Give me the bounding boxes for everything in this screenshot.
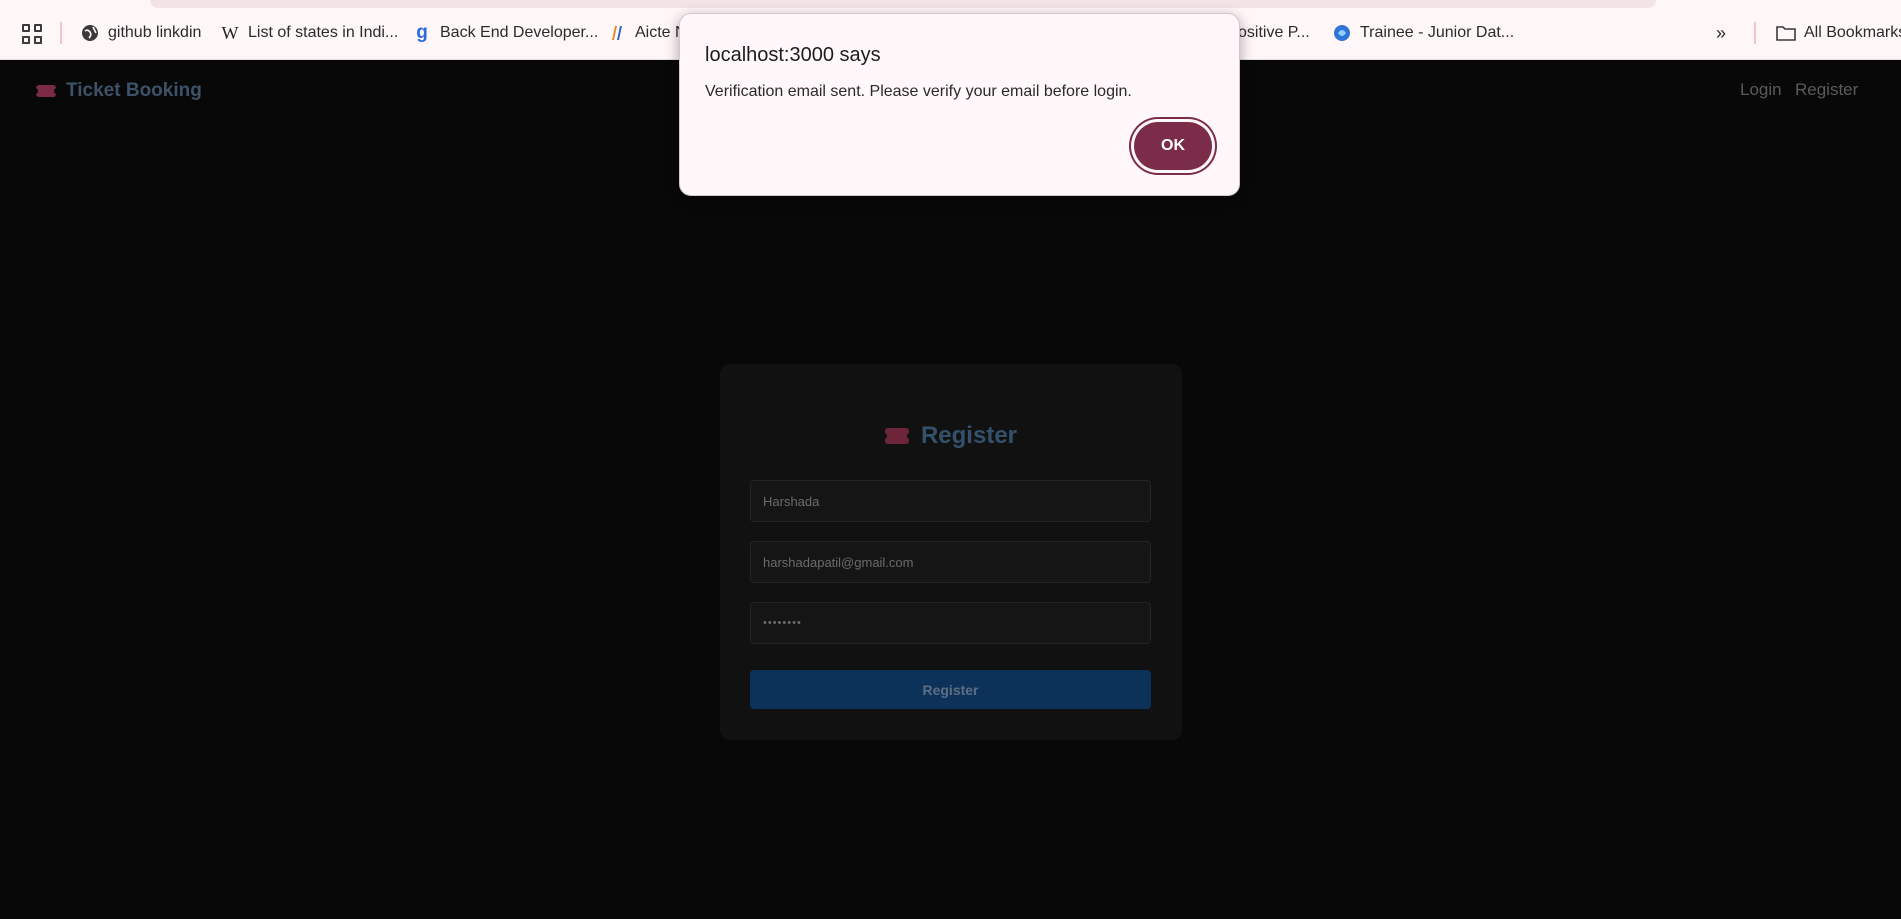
double-chevron-right-icon: » [1716,22,1727,43]
ticket-icon [881,428,912,444]
ok-button[interactable]: OK [1134,122,1212,170]
bookmark-label: Trainee - Junior Dat... [1360,24,1515,41]
bookmark-label: ositive P... [1238,24,1310,41]
nav-register-link[interactable]: Register [1795,80,1858,100]
bookmark-aicte[interactable]: Aicte N [607,22,687,44]
nav-login-link[interactable]: Login [1740,80,1782,100]
glassdoor-icon: g [416,22,428,43]
password-input[interactable]: •••••••• [750,602,1151,644]
bookmarks-separator [1754,22,1756,44]
wikipedia-icon: W [221,22,239,43]
address-bar-edge [150,0,1656,8]
email-input[interactable]: harshadapatil@gmail.com [750,541,1151,583]
brand-name: Ticket Booking [66,80,202,101]
dialog-title: localhost:3000 says [705,44,881,66]
register-heading: Register [720,422,1182,450]
ticket-icon [33,85,59,97]
bookmark-github-linkdin[interactable]: github linkdin [80,22,201,44]
bookmark-label: github linkdin [108,24,202,41]
all-bookmarks-label: All Bookmarks [1804,24,1901,41]
register-title: Register [920,422,1018,449]
bookmark-label: Back End Developer... [440,24,599,41]
bookmark-trainee-junior[interactable]: Trainee - Junior Dat... [1332,22,1514,44]
alert-dialog: localhost:3000 says Verification email s… [679,13,1240,196]
bookmark-positive[interactable]: ositive P... [1238,22,1310,44]
name-input[interactable]: Harshada [750,480,1151,522]
globe-icon [80,23,100,43]
bookmark-icon [1332,23,1352,43]
bookmark-list-of-states[interactable]: W List of states in Indi... [220,22,399,44]
bookmarks-separator [60,22,62,44]
bookmark-back-end-developer[interactable]: g Back End Developer... [412,22,598,44]
dialog-message: Verification email sent. Please verify y… [705,83,1132,100]
brand-link[interactable]: Ticket Booking [33,80,202,102]
register-card: Register Harshada harshadapatil@gmail.co… [720,364,1182,740]
bookmarks-overflow-button[interactable]: » [1716,22,1726,44]
apps-grid-icon[interactable] [22,24,42,44]
bookmark-label: List of states in Indi... [248,24,399,41]
register-submit-button[interactable]: Register [750,670,1151,709]
folder-icon [1776,23,1796,43]
all-bookmarks-button[interactable]: All Bookmarks [1776,22,1901,44]
aicte-icon [607,23,627,43]
